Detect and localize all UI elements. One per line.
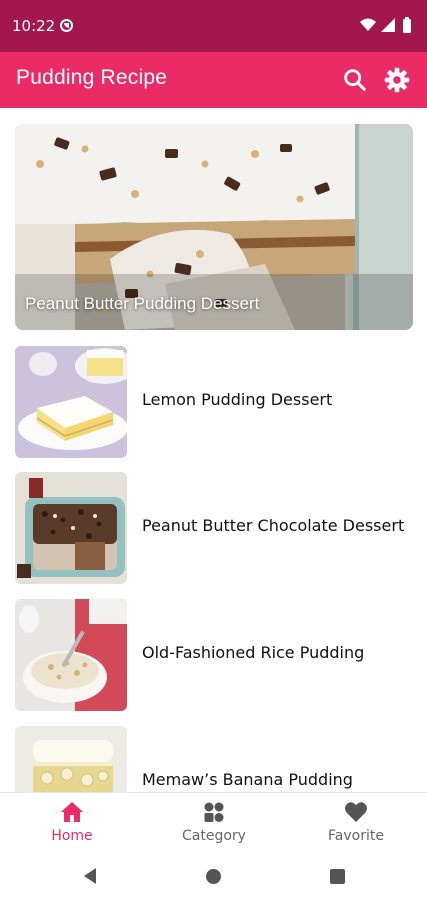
nav-favorite-label: Favorite <box>328 828 384 844</box>
nav-category-label: Category <box>182 828 246 844</box>
battery-icon <box>403 17 411 33</box>
nav-category[interactable]: Category <box>164 801 264 851</box>
featured-recipe-card[interactable]: Peanut Butter Pudding Dessert <box>15 124 413 330</box>
nav-home-label: Home <box>51 828 93 844</box>
status-bar: 10:22 <box>0 0 427 52</box>
recipe-title: Peanut Butter Chocolate Dessert <box>142 516 405 535</box>
bottom-navigation: Home Category Favorite <box>0 792 427 854</box>
gear-icon[interactable] <box>383 66 411 94</box>
app-title: Pudding Recipe <box>16 66 168 89</box>
rice-pudding-image <box>15 599 127 711</box>
home-icon <box>61 802 83 822</box>
system-navigation-bar <box>0 854 427 900</box>
status-time: 10:22 <box>12 17 56 35</box>
banana-pudding-image <box>15 726 127 792</box>
recipe-title: Memaw’s Banana Pudding <box>142 770 353 789</box>
home-button-icon[interactable] <box>206 869 221 884</box>
recipe-list-item[interactable]: Lemon Pudding Dessert <box>15 346 413 458</box>
recipe-thumbnail <box>15 599 127 711</box>
system-status-icons <box>360 17 411 33</box>
notification-icon <box>60 19 73 32</box>
nav-favorite[interactable]: Favorite <box>306 801 406 851</box>
recents-icon[interactable] <box>330 869 345 884</box>
recipe-thumbnail <box>15 472 127 584</box>
wifi-icon <box>360 18 376 31</box>
heart-icon <box>345 802 367 822</box>
nav-home[interactable]: Home <box>22 801 122 851</box>
grid-icon <box>204 802 224 822</box>
app-bar: Pudding Recipe <box>0 52 427 108</box>
recipe-thumbnail <box>15 346 127 458</box>
featured-recipe-title: Peanut Butter Pudding Dessert <box>25 294 260 313</box>
back-icon[interactable] <box>82 867 98 885</box>
recipe-list[interactable]: Peanut Butter Pudding Dessert Lemon Pudd… <box>0 108 427 792</box>
recipe-thumbnail <box>15 726 127 792</box>
recipe-list-item[interactable]: Memaw’s Banana Pudding <box>15 726 413 792</box>
search-icon[interactable] <box>341 66 369 94</box>
lemon-pudding-image <box>15 346 127 458</box>
recipe-list-item[interactable]: Peanut Butter Chocolate Dessert <box>15 472 413 584</box>
cell-signal-icon <box>381 18 395 32</box>
recipe-title: Old-Fashioned Rice Pudding <box>142 643 365 662</box>
recipe-title: Lemon Pudding Dessert <box>142 390 333 409</box>
recipe-list-item[interactable]: Old-Fashioned Rice Pudding <box>15 599 413 711</box>
chocolate-dessert-image <box>15 472 127 584</box>
